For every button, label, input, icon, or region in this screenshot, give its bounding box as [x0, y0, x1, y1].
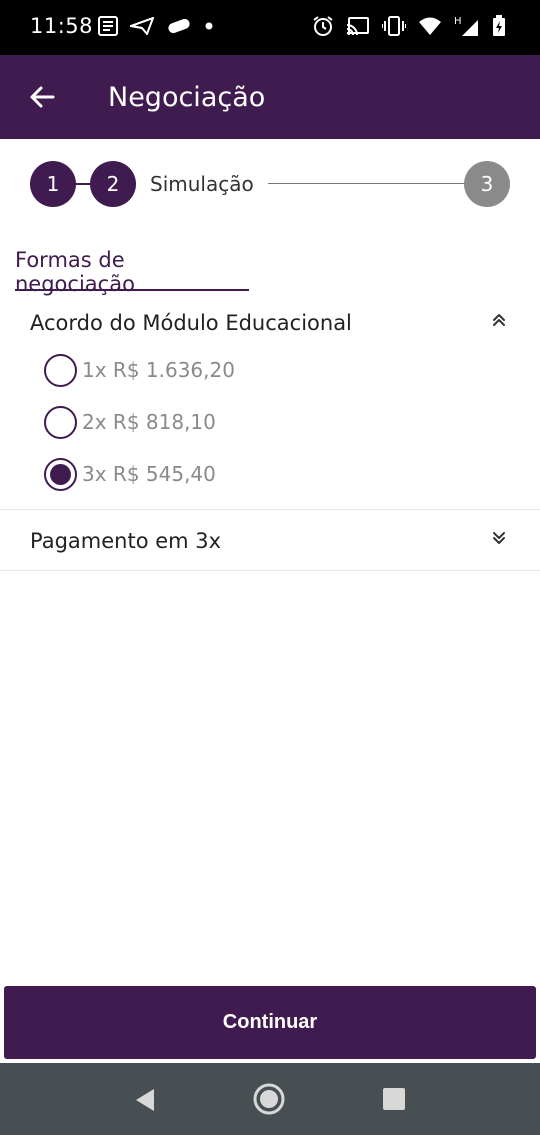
continue-button[interactable]: Continuar [4, 986, 536, 1059]
step-3: 3 [464, 161, 510, 207]
battery-icon [492, 15, 506, 37]
radio-button[interactable] [44, 353, 77, 387]
nav-home-icon[interactable] [252, 1082, 286, 1116]
alarm-icon [312, 15, 334, 37]
page-title: Negociação [108, 82, 266, 113]
step-connector [75, 183, 91, 185]
step-connector [268, 183, 466, 184]
vibrate-icon [382, 16, 406, 36]
system-nav-bar [0, 1063, 540, 1135]
payment-option-3x[interactable]: 3x R$ 545,40 [44, 456, 216, 492]
arrow-left-icon [30, 86, 55, 108]
accordion-header-pagamento[interactable]: Pagamento em 3x [0, 520, 540, 570]
wifi-icon [418, 16, 442, 36]
accordion-title: Acordo do Módulo Educacional [30, 311, 352, 335]
option-label: 3x R$ 545,40 [82, 462, 216, 486]
payment-option-2x[interactable]: 2x R$ 818,10 [44, 404, 216, 440]
badge-icon [166, 17, 192, 35]
option-label: 2x R$ 818,10 [82, 410, 216, 434]
step-2-label: Simulação [150, 172, 254, 196]
status-bar: 11:58 H [0, 0, 540, 55]
news-icon [98, 16, 118, 36]
status-time: 11:58 [30, 14, 94, 38]
send-icon [130, 17, 154, 35]
cast-icon [346, 16, 370, 36]
tab-label: Formas de negociação [15, 248, 135, 296]
nav-back-icon[interactable] [130, 1085, 160, 1115]
status-right-icons: H [312, 15, 506, 37]
dot-icon [204, 21, 214, 31]
nav-recents-icon[interactable] [382, 1087, 406, 1111]
network-type: H [454, 16, 462, 27]
signal-icon: H [454, 15, 480, 37]
payment-option-1x[interactable]: 1x R$ 1.636,20 [44, 352, 235, 388]
app-bar: Negociação [0, 55, 540, 139]
chevron-double-up-icon [493, 314, 505, 326]
chevron-double-down-icon [493, 532, 505, 544]
status-left-icons [98, 16, 214, 36]
divider [0, 509, 540, 510]
radio-button-selected[interactable] [44, 457, 77, 491]
accordion-header-acordo[interactable]: Acordo do Módulo Educacional [0, 305, 540, 355]
divider [0, 570, 540, 571]
option-label: 1x R$ 1.636,20 [82, 358, 235, 382]
radio-button[interactable] [44, 405, 77, 439]
step-2: 2 [90, 161, 136, 207]
step-1: 1 [30, 161, 76, 207]
stepper: 1 2 Simulação 3 [0, 139, 540, 229]
tab-formas-de-negociacao[interactable]: Formas de negociação [15, 248, 249, 296]
accordion-title: Pagamento em 3x [30, 529, 222, 553]
back-button[interactable] [22, 77, 62, 117]
